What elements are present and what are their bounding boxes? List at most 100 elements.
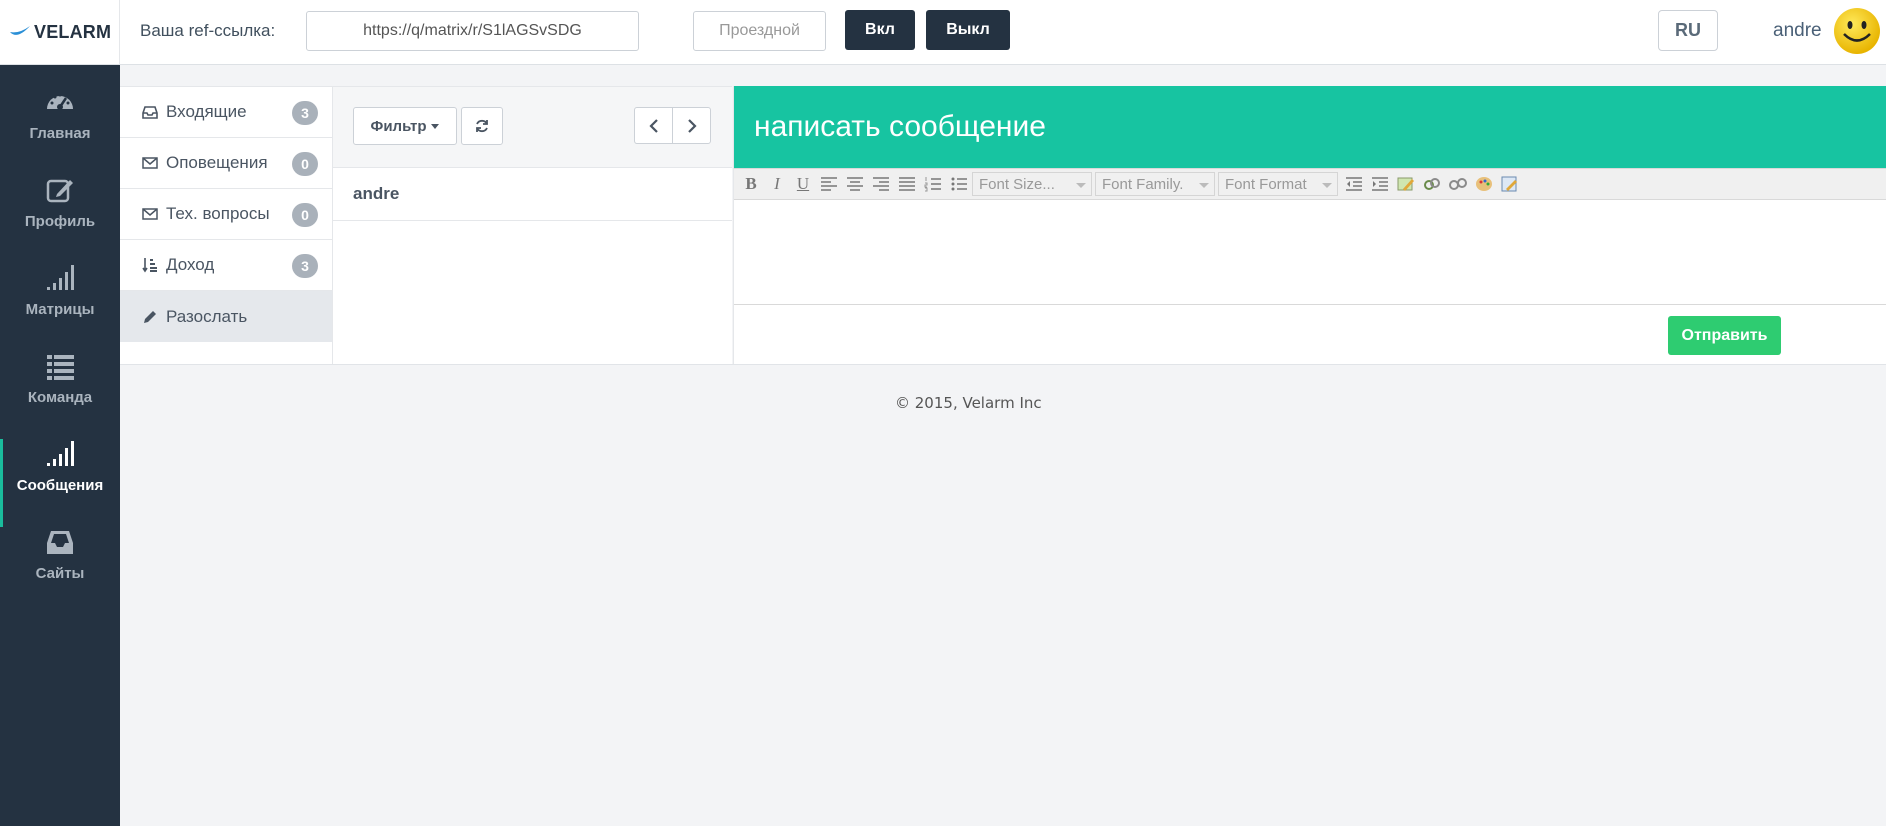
prev-page-button[interactable] — [634, 107, 673, 144]
unlink-button[interactable] — [1445, 171, 1471, 197]
sidebar-item-matrices[interactable]: Матрицы — [0, 263, 120, 345]
chevron-right-icon — [687, 118, 697, 133]
message-list: Фильтр andre — [333, 86, 732, 365]
sidebar-item-label: Сообщения — [16, 477, 104, 494]
edit-source-icon — [1501, 176, 1517, 192]
sidebar-item-label: Профиль — [24, 213, 96, 230]
justify-button[interactable] — [894, 171, 920, 197]
ordered-list-icon — [924, 177, 941, 192]
envelope-icon — [142, 208, 158, 220]
velarm-logo-icon — [10, 26, 30, 35]
count-badge: 0 — [292, 152, 318, 176]
font-family-select[interactable]: Font Family. — [1095, 172, 1215, 196]
sidebar-item-team[interactable]: Команда — [0, 351, 120, 433]
ref-link-field[interactable] — [306, 11, 639, 51]
source-edit-button[interactable] — [1497, 171, 1523, 197]
outdent-button[interactable] — [1341, 171, 1367, 197]
bullet-list-button[interactable] — [946, 171, 972, 197]
folder-label: Тех. вопросы — [166, 204, 270, 223]
chevron-left-icon — [648, 118, 658, 133]
sort-icon — [142, 258, 157, 273]
refresh-icon — [476, 119, 488, 133]
language-button[interactable]: RU — [1658, 10, 1718, 51]
align-center-button[interactable] — [842, 171, 868, 197]
underline-button[interactable]: U — [790, 171, 816, 197]
content-divider — [120, 364, 1886, 365]
next-page-button[interactable] — [672, 107, 711, 144]
align-right-button[interactable] — [868, 171, 894, 197]
edit-profile-icon — [46, 179, 73, 203]
folder-inbox[interactable]: Входящие 3 — [120, 87, 332, 138]
inbox-icon — [47, 531, 73, 554]
refresh-button[interactable] — [461, 107, 503, 145]
indent-icon — [1372, 177, 1388, 191]
send-button[interactable]: Отправить — [1668, 316, 1781, 355]
mail-folders: Входящие 3 Оповещения 0 Тех. вопросы 0 Д… — [120, 86, 333, 365]
insert-link-button[interactable] — [1419, 171, 1445, 197]
brand-logo[interactable]: VELARM — [0, 0, 120, 64]
sidebar-item-label: Команда — [27, 389, 93, 406]
filter-dropdown-button[interactable]: Фильтр — [353, 107, 457, 145]
folder-notifications[interactable]: Оповещения 0 — [120, 138, 332, 189]
bold-button[interactable]: B — [738, 171, 764, 197]
align-left-button[interactable] — [816, 171, 842, 197]
font-format-select[interactable]: Font Format — [1218, 172, 1338, 196]
justify-icon — [899, 177, 915, 191]
compose-title: написать сообщение — [734, 86, 1886, 168]
folder-label: Входящие — [166, 102, 247, 121]
bullet-list-icon — [951, 177, 967, 191]
count-badge: 3 — [292, 254, 318, 278]
list-item[interactable]: andre — [333, 168, 732, 221]
count-badge: 0 — [292, 203, 318, 227]
sender-name: andre — [353, 184, 400, 203]
top-bar: VELARM Ваша ref-ссылка: Проездной Вкл Вы… — [0, 0, 1886, 65]
count-badge: 3 — [292, 101, 318, 125]
palette-icon — [1476, 177, 1492, 191]
sidebar-item-home[interactable]: Главная — [0, 87, 120, 169]
align-right-icon — [873, 177, 889, 191]
avatar-smiley-icon[interactable] — [1833, 7, 1881, 55]
indent-button[interactable] — [1367, 171, 1393, 197]
image-edit-icon — [1397, 177, 1414, 191]
sidebar: Главная Профиль Матрицы Команда Сообщени… — [0, 65, 120, 826]
compose-panel: написать сообщение B I U Font Size... Fo… — [733, 86, 1886, 364]
brand-name: VELARM — [34, 21, 112, 42]
font-size-select[interactable]: Font Size... — [972, 172, 1092, 196]
color-button[interactable] — [1471, 171, 1497, 197]
dashboard-icon — [47, 93, 73, 110]
folder-label: Оповещения — [166, 153, 268, 172]
folder-broadcast[interactable]: Разослать — [120, 291, 332, 342]
sidebar-item-label: Главная — [29, 125, 91, 142]
align-center-icon — [847, 177, 863, 191]
caret-down-icon — [431, 123, 440, 129]
signal-bars-icon — [47, 265, 74, 290]
italic-button[interactable]: I — [764, 171, 790, 197]
inbox-icon — [142, 106, 158, 119]
folder-tech-questions[interactable]: Тех. вопросы 0 — [120, 189, 332, 240]
envelope-icon — [142, 157, 158, 169]
sidebar-item-messages[interactable]: Сообщения — [0, 439, 120, 527]
sidebar-item-profile[interactable]: Профиль — [0, 175, 120, 257]
sidebar-item-label: Матрицы — [25, 301, 95, 318]
username[interactable]: andre — [1773, 20, 1822, 42]
outdent-icon — [1346, 177, 1362, 191]
sidebar-item-sites[interactable]: Сайты — [0, 527, 120, 609]
folder-label: Доход — [166, 255, 215, 274]
insert-image-button[interactable] — [1393, 171, 1419, 197]
folder-label: Разослать — [166, 306, 248, 326]
on-button[interactable]: Вкл — [845, 10, 915, 50]
ref-link-label: Ваша ref-ссылка: — [140, 21, 276, 40]
pass-button[interactable]: Проездной — [693, 11, 826, 51]
ordered-list-button[interactable] — [920, 171, 946, 197]
align-left-icon — [821, 177, 837, 191]
folder-income[interactable]: Доход 3 — [120, 240, 332, 291]
list-icon — [47, 355, 74, 380]
off-button[interactable]: Выкл — [926, 10, 1010, 50]
message-editor[interactable] — [734, 200, 1886, 305]
unlink-icon — [1449, 178, 1467, 190]
pencil-icon — [144, 310, 156, 323]
filter-label: Фильтр — [370, 117, 427, 135]
signal-bars-icon — [47, 441, 74, 466]
link-icon — [1424, 178, 1440, 190]
footer-copyright: © 2015, Velarm Inc — [895, 394, 1042, 412]
